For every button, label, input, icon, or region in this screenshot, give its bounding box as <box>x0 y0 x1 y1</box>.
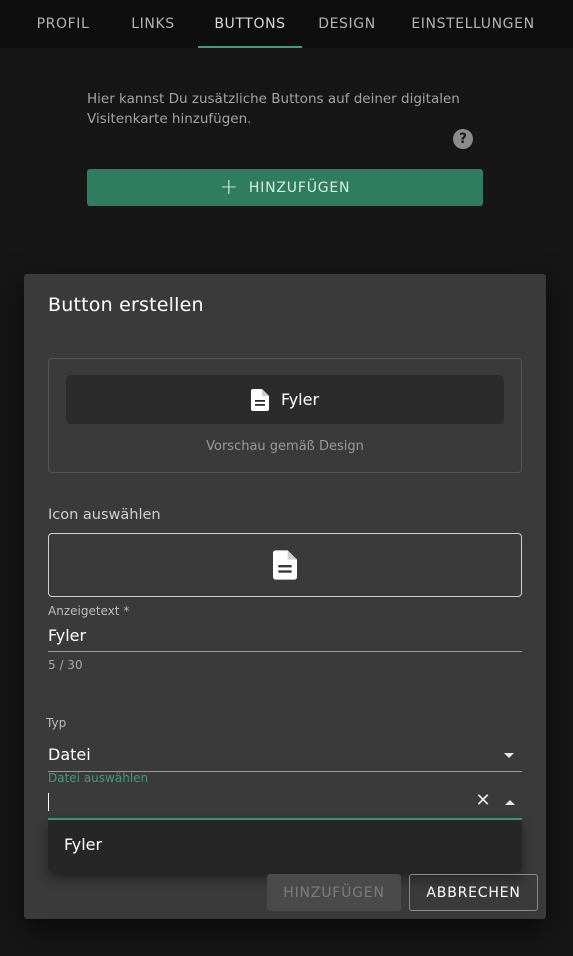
tab-profil[interactable]: PROFIL <box>22 0 104 48</box>
icon-picker[interactable] <box>48 533 522 597</box>
display-text-label: Anzeigetext * <box>48 604 130 618</box>
type-label: Typ <box>46 716 67 730</box>
chevron-up-icon[interactable] <box>505 800 515 805</box>
chevron-down-icon[interactable] <box>504 753 514 758</box>
char-counter: 5 / 30 <box>48 658 83 672</box>
document-icon <box>250 388 269 411</box>
preview-button: Fyler <box>66 375 504 424</box>
help-icon[interactable]: ? <box>453 129 473 149</box>
preview-caption: Vorschau gemäß Design <box>206 439 364 454</box>
add-button-dialog[interactable]: HINZUFÜGEN <box>267 874 401 911</box>
tab-einstellungen[interactable]: EINSTELLUNGEN <box>396 0 550 48</box>
icon-section-label: Icon auswählen <box>48 507 161 523</box>
dropdown-option[interactable]: Fyler <box>64 835 102 854</box>
dialog-title: Button erstellen <box>48 294 204 316</box>
tab-links[interactable]: LINKS <box>120 0 186 48</box>
tab-design[interactable]: DESIGN <box>308 0 386 48</box>
plus-icon: + <box>219 174 239 200</box>
tab-buttons[interactable]: BUTTONS <box>198 0 302 48</box>
intro-text: Hier kannst Du zusätzliche Buttons auf d… <box>87 91 460 127</box>
display-text-underline <box>48 651 522 652</box>
tab-bar: PROFIL LINKS BUTTONS DESIGN EINSTELLUNGE… <box>0 0 573 48</box>
add-button-main[interactable]: + HINZUFÜGEN <box>87 169 483 206</box>
document-icon <box>273 550 297 580</box>
create-button-dialog: Button erstellen Fyler Vorschau gemäß De… <box>24 274 546 919</box>
preview-button-label: Fyler <box>280 390 320 409</box>
cancel-button[interactable]: ABBRECHEN <box>409 874 538 911</box>
file-dropdown: Fyler <box>48 820 522 872</box>
type-select[interactable]: Datei <box>48 745 522 769</box>
add-button-label: HINZUFÜGEN <box>248 179 351 196</box>
file-select-input[interactable] <box>48 793 49 811</box>
preview-box: Fyler Vorschau gemäß Design <box>48 358 522 473</box>
close-icon[interactable]: ✕ <box>475 792 491 810</box>
file-select-label: Datei auswählen <box>48 771 149 785</box>
display-text-input[interactable]: Fyler <box>48 626 86 645</box>
